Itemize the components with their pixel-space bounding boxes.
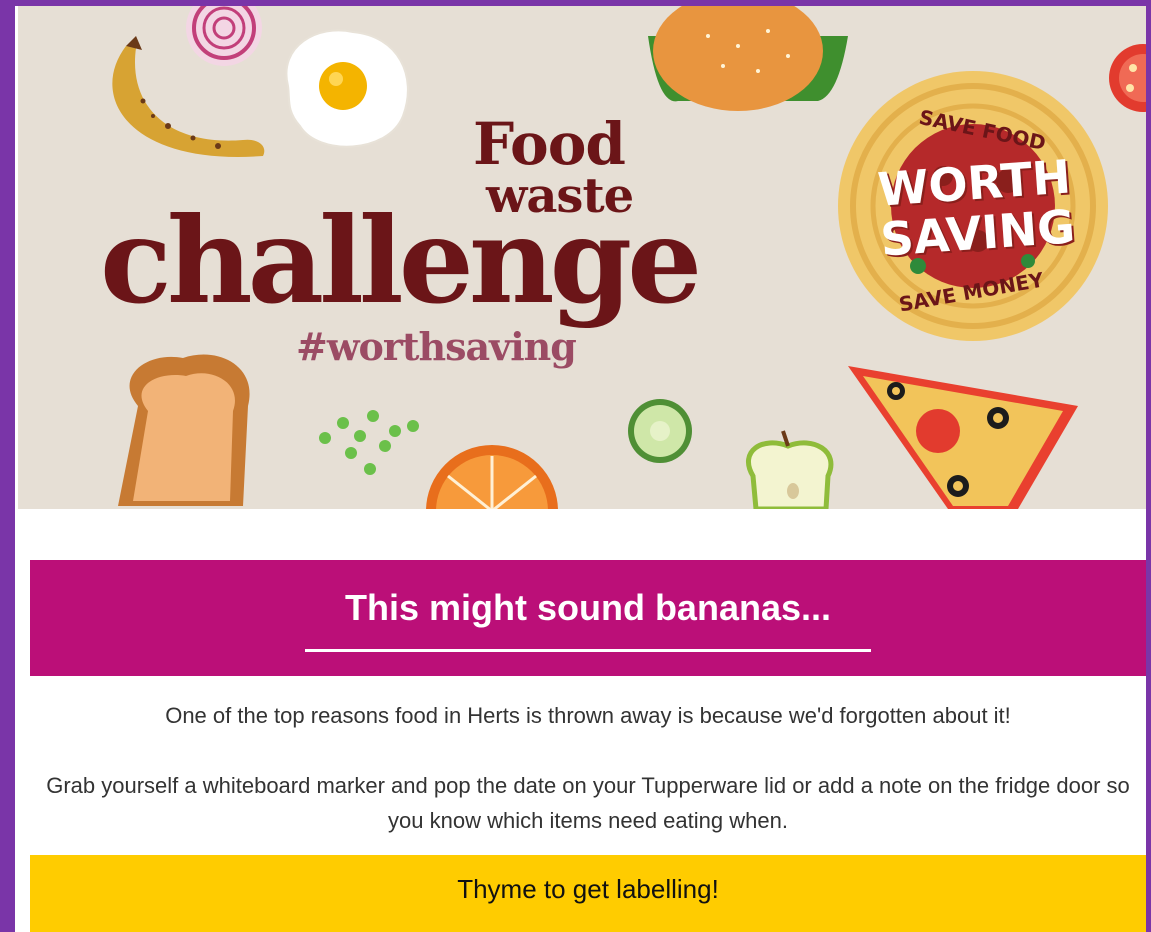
cucumber-icon — [628, 399, 692, 463]
tomato-icon — [1109, 44, 1146, 112]
banner-title-challenge: challenge — [100, 191, 702, 330]
cta-label[interactable]: Thyme to get labelling! — [30, 874, 1146, 905]
apple-icon — [746, 430, 834, 509]
banner-hashtag: #worthsaving — [296, 324, 577, 369]
burger-icon — [648, 6, 848, 111]
onion-icon — [186, 6, 262, 66]
peas-icon — [319, 410, 419, 475]
intro-paragraph: One of the top reasons food in Herts is … — [165, 703, 1011, 728]
egg-icon — [285, 29, 409, 148]
toast-icon — [118, 354, 250, 506]
email-content: Food waste challenge #worthsaving SAVE F… — [15, 6, 1146, 932]
food-waste-challenge-banner[interactable]: Food waste challenge #worthsaving SAVE F… — [18, 6, 1146, 509]
tip-paragraph: Grab yourself a whiteboard marker and po… — [46, 773, 1130, 833]
section-heading: This might sound bananas... — [344, 587, 832, 628]
section-heading-band: This might sound bananas... — [30, 560, 1146, 676]
heading-divider — [305, 649, 871, 652]
cta-banner[interactable]: Thyme to get labelling! — [30, 855, 1146, 932]
orange-icon — [426, 445, 558, 509]
badge-main-text: WORTH SAVING — [876, 149, 1077, 267]
pizza-icon — [848, 366, 1078, 509]
